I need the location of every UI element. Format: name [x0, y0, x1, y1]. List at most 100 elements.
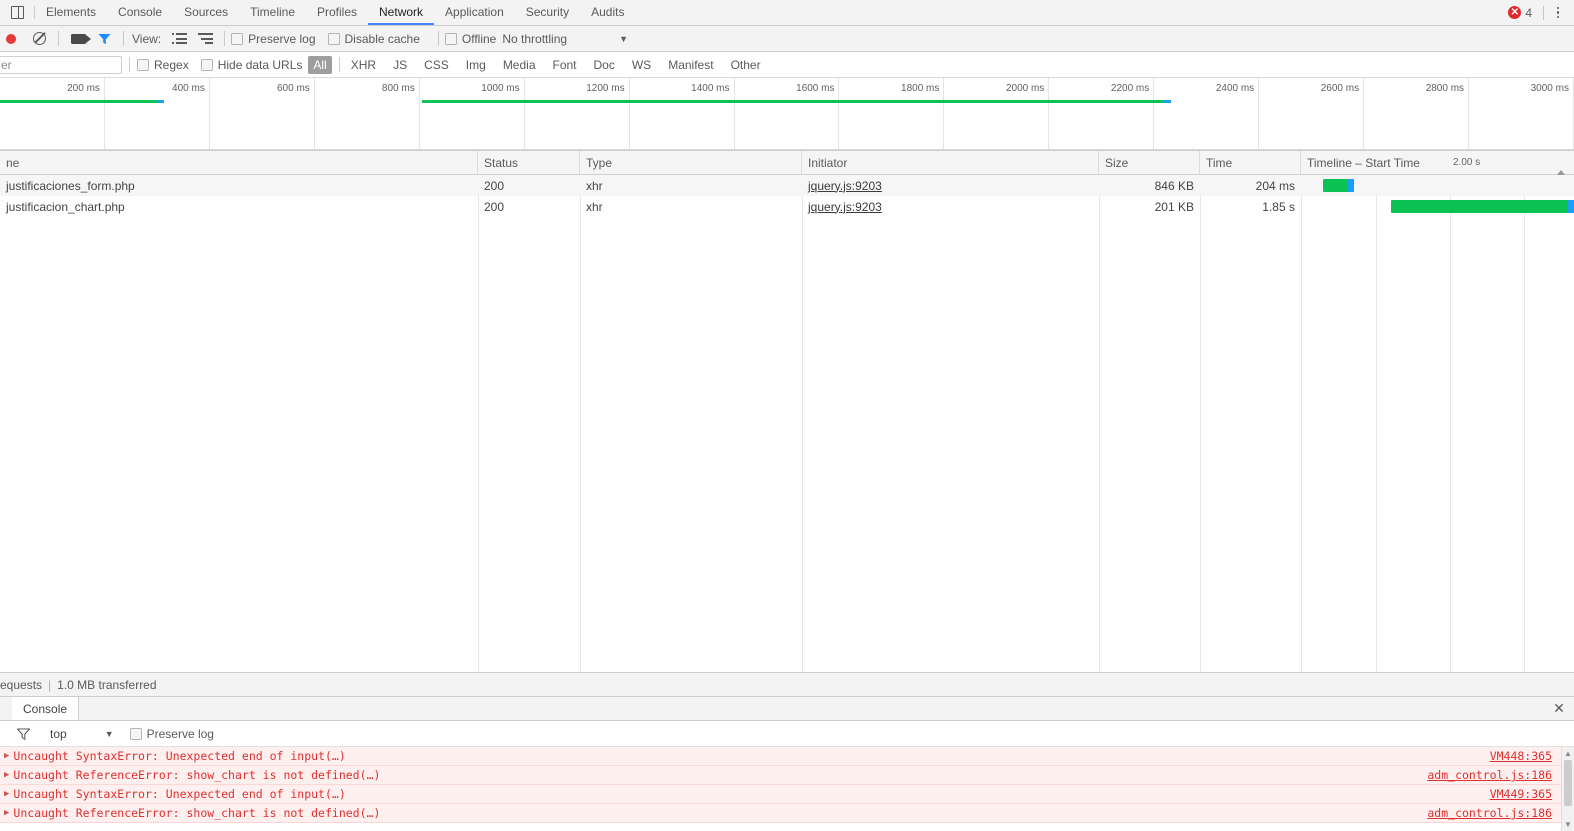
hide-data-urls-checkbox[interactable]: Hide data URLs [200, 57, 303, 72]
filter-type-ws[interactable]: WS [627, 56, 656, 74]
overview-tick: 800 ms [315, 78, 420, 150]
close-icon[interactable]: ✕ [1544, 697, 1574, 720]
filter-type-js[interactable]: JS [388, 56, 412, 74]
scroll-down-arrow-icon[interactable]: ▼ [1562, 818, 1574, 831]
cell-size: 201 KB [1099, 196, 1200, 217]
tabbar-right-divider [1543, 5, 1544, 20]
table-row[interactable]: justificaciones_form.php 200 xhr jquery.… [0, 175, 1574, 196]
cell-type-label: xhr [586, 199, 603, 214]
column-header-type[interactable]: Type [580, 151, 802, 174]
capture-screenshots-icon[interactable] [65, 27, 91, 51]
triangle-right-icon[interactable]: ▶ [4, 770, 9, 780]
console-message[interactable]: ▶ Uncaught SyntaxError: Unexpected end o… [0, 785, 1574, 804]
console-preserve-log-checkbox-box [129, 727, 142, 740]
regex-label: Regex [154, 57, 189, 72]
cell-type-label: xhr [586, 178, 603, 193]
disable-cache-checkbox[interactable]: Disable cache [327, 32, 420, 46]
table-row[interactable]: justificacion_chart.php 200 xhr jquery.j… [0, 196, 1574, 217]
filter-type-img[interactable]: Img [461, 56, 491, 74]
tabbar-right-controls: ✕ 4 [1501, 0, 1574, 25]
console-message-source-link[interactable]: VM449:365 [1490, 787, 1552, 801]
console-scrollbar-thumb[interactable] [1564, 760, 1572, 806]
chevron-down-icon[interactable]: ▼ [105, 729, 114, 739]
triangle-right-icon[interactable]: ▶ [4, 751, 9, 761]
column-header-status[interactable]: Status [478, 151, 580, 174]
regex-checkbox[interactable]: Regex [137, 58, 189, 72]
console-message-text: Uncaught ReferenceError: show_chart is n… [13, 806, 381, 820]
triangle-right-icon[interactable]: ▶ [4, 808, 9, 818]
scroll-up-arrow-icon[interactable]: ▲ [1562, 747, 1574, 760]
tab-audits[interactable]: Audits [580, 0, 635, 25]
console-message-text: Uncaught SyntaxError: Unexpected end of … [13, 787, 346, 801]
console-message[interactable]: ▶ Uncaught ReferenceError: show_chart is… [0, 804, 1574, 823]
overview-tick-label: 800 ms [381, 83, 415, 94]
error-count-badge[interactable]: ✕ 4 [1501, 6, 1539, 20]
sort-ascending-icon[interactable] [1556, 155, 1566, 176]
dock-panel-icon[interactable] [0, 0, 34, 25]
column-header-timeline[interactable]: Timeline – Start Time 2.00 s [1301, 151, 1574, 176]
console-message-source-link[interactable]: VM448:365 [1490, 749, 1552, 763]
hide-data-urls-checkbox-box [200, 58, 213, 71]
network-overview-timeline[interactable]: 200 ms 400 ms 600 ms 800 ms 1000 ms 1200 ms 14… [0, 78, 1574, 151]
column-header-time[interactable]: Time [1200, 151, 1301, 174]
overview-tick-label: 600 ms [276, 83, 310, 94]
tab-elements[interactable]: Elements [35, 0, 107, 25]
console-message-source-link[interactable]: adm_control.js:186 [1427, 768, 1552, 782]
tab-network[interactable]: Network [368, 0, 435, 25]
overview-band-tip [1164, 100, 1172, 103]
drawer-tabbar: Console ✕ [0, 697, 1574, 721]
tab-console-drawer[interactable]: Console [12, 697, 80, 720]
chevron-down-icon[interactable]: ▼ [619, 34, 628, 44]
tab-sources[interactable]: Sources [173, 0, 239, 25]
triangle-right-icon[interactable]: ▶ [4, 789, 9, 799]
record-button-icon[interactable] [0, 27, 26, 51]
filter-funnel-icon[interactable] [10, 722, 36, 746]
kebab-menu-icon[interactable] [1548, 6, 1568, 19]
tab-security[interactable]: Security [515, 0, 580, 25]
console-message-source-link[interactable]: adm_control.js:186 [1427, 806, 1552, 820]
view-waterfall-icon[interactable] [192, 27, 218, 51]
view-list-icon[interactable] [166, 27, 192, 51]
table-header-row: ne Status Type Initiator Size Time Timel… [0, 151, 1574, 176]
tab-timeline-label: Timeline [250, 4, 295, 19]
console-preserve-log-checkbox[interactable]: Preserve log [129, 726, 214, 741]
filter-type-all[interactable]: All [308, 55, 332, 74]
offline-checkbox[interactable]: Offline [444, 32, 496, 46]
column-gridline [1301, 175, 1302, 672]
search-input[interactable] [0, 55, 122, 74]
filter-type-other[interactable]: Other [726, 56, 766, 74]
clear-icon[interactable] [26, 27, 52, 51]
overview-tick: 2200 ms [1049, 78, 1155, 150]
filter-type-manifest[interactable]: Manifest [663, 56, 718, 74]
column-gridline [478, 175, 479, 672]
console-message[interactable]: ▶ Uncaught SyntaxError: Unexpected end o… [0, 747, 1574, 766]
hide-data-urls-label: Hide data URLs [217, 57, 303, 72]
filter-type-css[interactable]: CSS [419, 56, 454, 74]
filter-type-xhr[interactable]: XHR [346, 56, 381, 74]
console-message[interactable]: ▶ Uncaught ReferenceError: show_chart is… [0, 766, 1574, 785]
column-header-name[interactable]: ne [0, 151, 478, 174]
console-scrollbar[interactable]: ▲ ▼ [1561, 747, 1574, 831]
filter-type-doc[interactable]: Doc [589, 56, 620, 74]
preserve-log-checkbox[interactable]: Preserve log [231, 32, 316, 46]
tab-console[interactable]: Console [107, 0, 173, 25]
tab-elements-label: Elements [46, 4, 97, 19]
overview-tick: 2600 ms [1259, 78, 1365, 150]
throttling-select[interactable]: No throttling [502, 32, 567, 46]
console-preserve-log-label: Preserve log [146, 726, 214, 741]
column-header-initiator[interactable]: Initiator [802, 151, 1099, 174]
tab-application[interactable]: Application [434, 0, 515, 25]
filter-type-font[interactable]: Font [548, 56, 582, 74]
column-header-initiator-label: Initiator [808, 155, 848, 170]
console-context-select[interactable]: top [50, 727, 67, 741]
filter-funnel-icon[interactable] [91, 27, 117, 51]
tab-profiles[interactable]: Profiles [306, 0, 368, 25]
filter-type-media[interactable]: Media [498, 56, 541, 74]
tab-timeline[interactable]: Timeline [239, 0, 306, 25]
initiator-link[interactable]: jquery.js:9203 [808, 200, 882, 214]
initiator-link[interactable]: jquery.js:9203 [808, 179, 882, 193]
overview-tick: 2000 ms [944, 78, 1050, 150]
view-label: View: [132, 31, 162, 46]
column-header-size[interactable]: Size [1099, 151, 1200, 174]
column-gridline [580, 175, 581, 672]
